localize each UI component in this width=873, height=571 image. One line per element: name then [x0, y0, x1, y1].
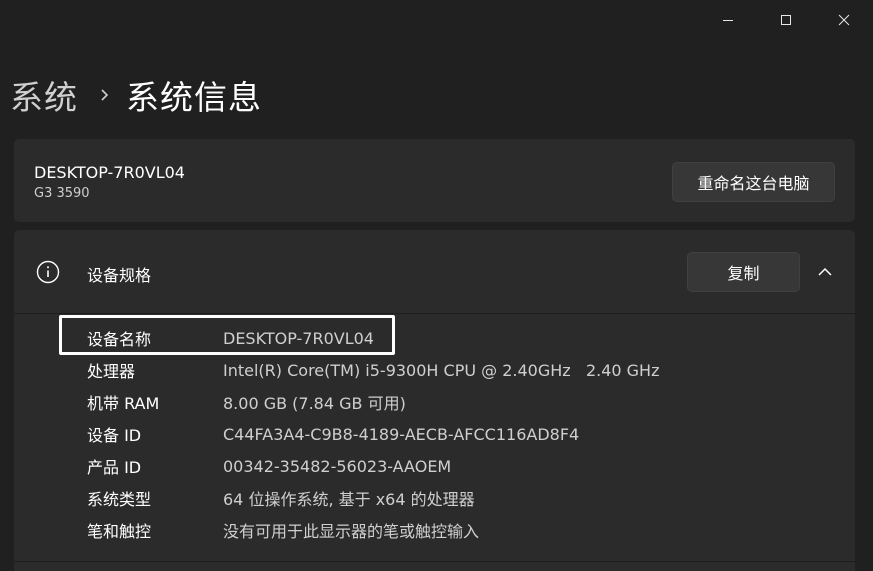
spec-value: Intel(R) Core(TM) i5-9300H CPU @ 2.40GHz…	[223, 360, 660, 380]
chevron-right-icon	[100, 87, 110, 103]
spec-label: 笔和触控	[87, 522, 152, 541]
spec-label: 机带 RAM	[87, 394, 160, 413]
spec-list: 设备名称 DESKTOP-7R0VL04 处理器 Intel(R) Core(T…	[14, 322, 855, 546]
spec-label: 产品 ID	[87, 458, 142, 477]
device-model: G3 3590	[34, 186, 90, 201]
spec-row-system-type: 系统类型 64 位操作系统, 基于 x64 的处理器	[14, 482, 855, 514]
close-button[interactable]	[815, 0, 873, 40]
window-controls	[699, 0, 873, 40]
spec-row-ram: 机带 RAM 8.00 GB (7.84 GB 可用)	[14, 386, 855, 418]
minimize-icon	[723, 20, 733, 21]
device-name: DESKTOP-7R0VL04	[34, 163, 185, 182]
spec-value: 00342-35482-56023-AAOEM	[223, 456, 452, 476]
info-icon	[36, 260, 60, 284]
spec-row-device-id: 设备 ID C44FA3A4-C9B8-4189-AECB-AFCC116AD8…	[14, 418, 855, 450]
next-section-edge	[14, 561, 855, 571]
device-name-highlight-box	[59, 315, 395, 355]
spec-row-pen-touch: 笔和触控 没有可用于此显示器的笔或触控输入	[14, 514, 855, 546]
device-specs-title: 设备规格	[87, 266, 152, 285]
copy-button[interactable]: 复制	[687, 252, 800, 292]
settings-window: 系统 系统信息 DESKTOP-7R0VL04 G3 3590 重命名这台电脑 …	[0, 0, 873, 571]
divider	[14, 313, 855, 314]
spec-row-product-id: 产品 ID 00342-35482-56023-AAOEM	[14, 450, 855, 482]
spec-label: 处理器	[87, 362, 136, 381]
spec-label: 系统类型	[87, 490, 152, 509]
spec-row-processor: 处理器 Intel(R) Core(TM) i5-9300H CPU @ 2.4…	[14, 354, 855, 386]
spec-label: 设备 ID	[87, 426, 142, 445]
spec-value: 8.00 GB (7.84 GB 可用)	[223, 394, 406, 413]
maximize-icon	[781, 15, 791, 25]
breadcrumb-parent[interactable]: 系统	[10, 71, 78, 119]
device-specs-card: 设备规格 复制 设备名称 DESKTOP-7R0VL04 处理器 Intel(R…	[14, 230, 855, 571]
device-card: DESKTOP-7R0VL04 G3 3590 重命名这台电脑	[14, 139, 855, 222]
spec-value: C44FA3A4-C9B8-4189-AECB-AFCC116AD8F4	[223, 424, 580, 444]
close-icon	[838, 14, 850, 26]
minimize-button[interactable]	[699, 0, 757, 40]
spec-value: 没有可用于此显示器的笔或触控输入	[223, 522, 480, 541]
breadcrumb: 系统 系统信息	[10, 72, 262, 118]
page-title: 系统信息	[126, 78, 262, 117]
chevron-up-icon[interactable]	[813, 260, 837, 284]
rename-pc-button[interactable]: 重命名这台电脑	[672, 162, 835, 202]
spec-value: 64 位操作系统, 基于 x64 的处理器	[223, 490, 475, 509]
device-specs-header[interactable]: 设备规格 复制	[14, 230, 855, 313]
maximize-button[interactable]	[757, 0, 815, 40]
